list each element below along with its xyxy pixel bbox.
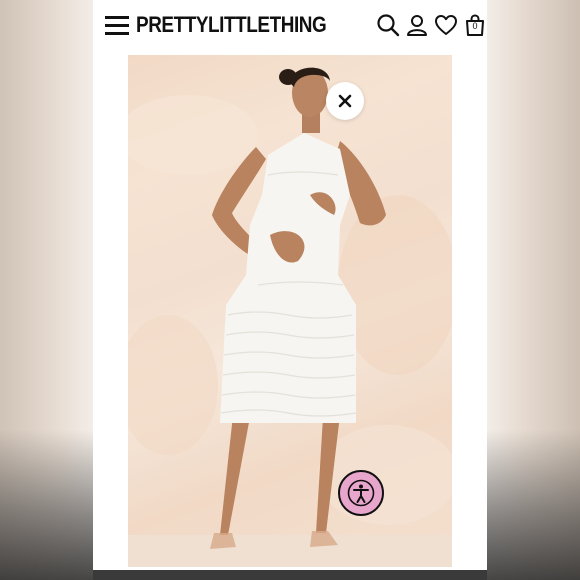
product-photo[interactable] <box>128 55 452 567</box>
bottom-bar <box>93 570 487 580</box>
bag-icon[interactable]: 0 <box>463 13 487 37</box>
wishlist-icon[interactable] <box>434 13 458 37</box>
search-icon[interactable] <box>376 13 400 37</box>
phone-screen: PRETTYLITTLETHING 0 <box>93 0 487 580</box>
bag-count: 0 <box>472 21 478 31</box>
menu-icon[interactable] <box>105 16 129 36</box>
close-button[interactable] <box>326 82 364 120</box>
account-icon[interactable] <box>405 13 429 37</box>
accessibility-button[interactable] <box>338 470 384 516</box>
brand-logo[interactable]: PRETTYLITTLETHING <box>136 12 327 38</box>
site-header: PRETTYLITTLETHING 0 <box>93 0 487 52</box>
close-icon <box>338 94 352 108</box>
model-illustration <box>128 67 452 567</box>
accessibility-icon <box>347 479 375 507</box>
